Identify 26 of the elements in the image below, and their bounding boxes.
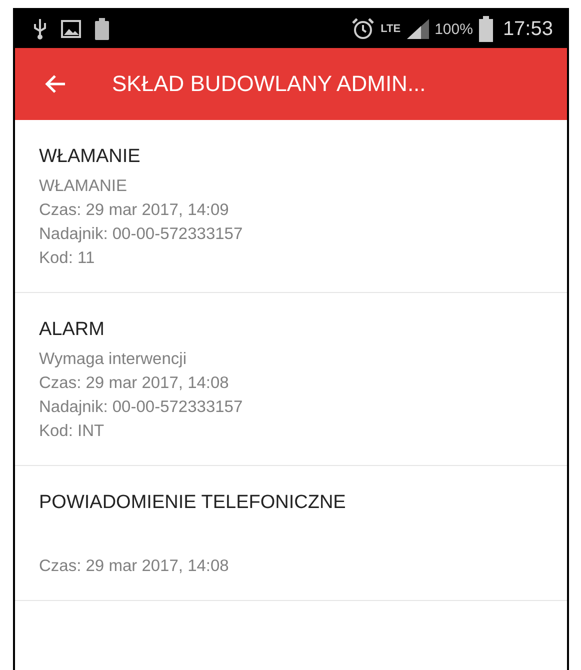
event-item[interactable]: WŁAMANIE WŁAMANIE Czas: 29 mar 2017, 14:09 Nadajnik: 00-00-572333157 Kod: 11 — [15, 120, 567, 293]
event-title: WŁAMANIE — [39, 146, 142, 168]
usb-icon — [33, 18, 47, 40]
alarm-clock-icon — [350, 17, 375, 41]
event-item[interactable]: ALARM Wymaga interwencji Czas: 29 mar 2017, 14:08 Nadajnik: 00-00-572333157 Kod: INT — [15, 293, 567, 466]
event-detail: Nadajnik: 00-00-572333157 — [39, 397, 244, 418]
event-item[interactable]: POWIADOMIENIE TELEFONICZNE Czas: 29 mar 2017, 14:08 — [15, 466, 567, 601]
event-detail: Nadajnik: 00-00-572333157 — [39, 224, 244, 245]
signal-icon — [406, 19, 429, 39]
event-detail: Czas: 29 mar 2017, 14:09 — [39, 200, 230, 221]
battery-icon — [95, 18, 109, 40]
app-title: SKŁAD BUDOWLANY ADMIN... — [112, 71, 426, 97]
event-detail: Czas: 29 mar 2017, 14:08 — [39, 373, 230, 394]
event-subtitle: Wymaga interwencji — [39, 349, 188, 370]
battery-icon — [478, 16, 493, 42]
event-detail: Kod: 11 — [39, 248, 96, 269]
event-subtitle: WŁAMANIE — [39, 176, 128, 197]
event-detail: Czas: 29 mar 2017, 14:08 — [39, 556, 230, 577]
battery-percent: 100% — [434, 20, 473, 38]
event-detail: Kod: INT — [39, 421, 106, 442]
network-type: LTE — [380, 23, 401, 35]
event-title: POWIADOMIENIE TELEFONICZNE — [39, 492, 347, 514]
event-title: ALARM — [39, 319, 106, 341]
clock: 17:53 — [502, 18, 553, 40]
image-icon — [61, 20, 81, 38]
back-arrow-icon[interactable] — [44, 74, 66, 94]
